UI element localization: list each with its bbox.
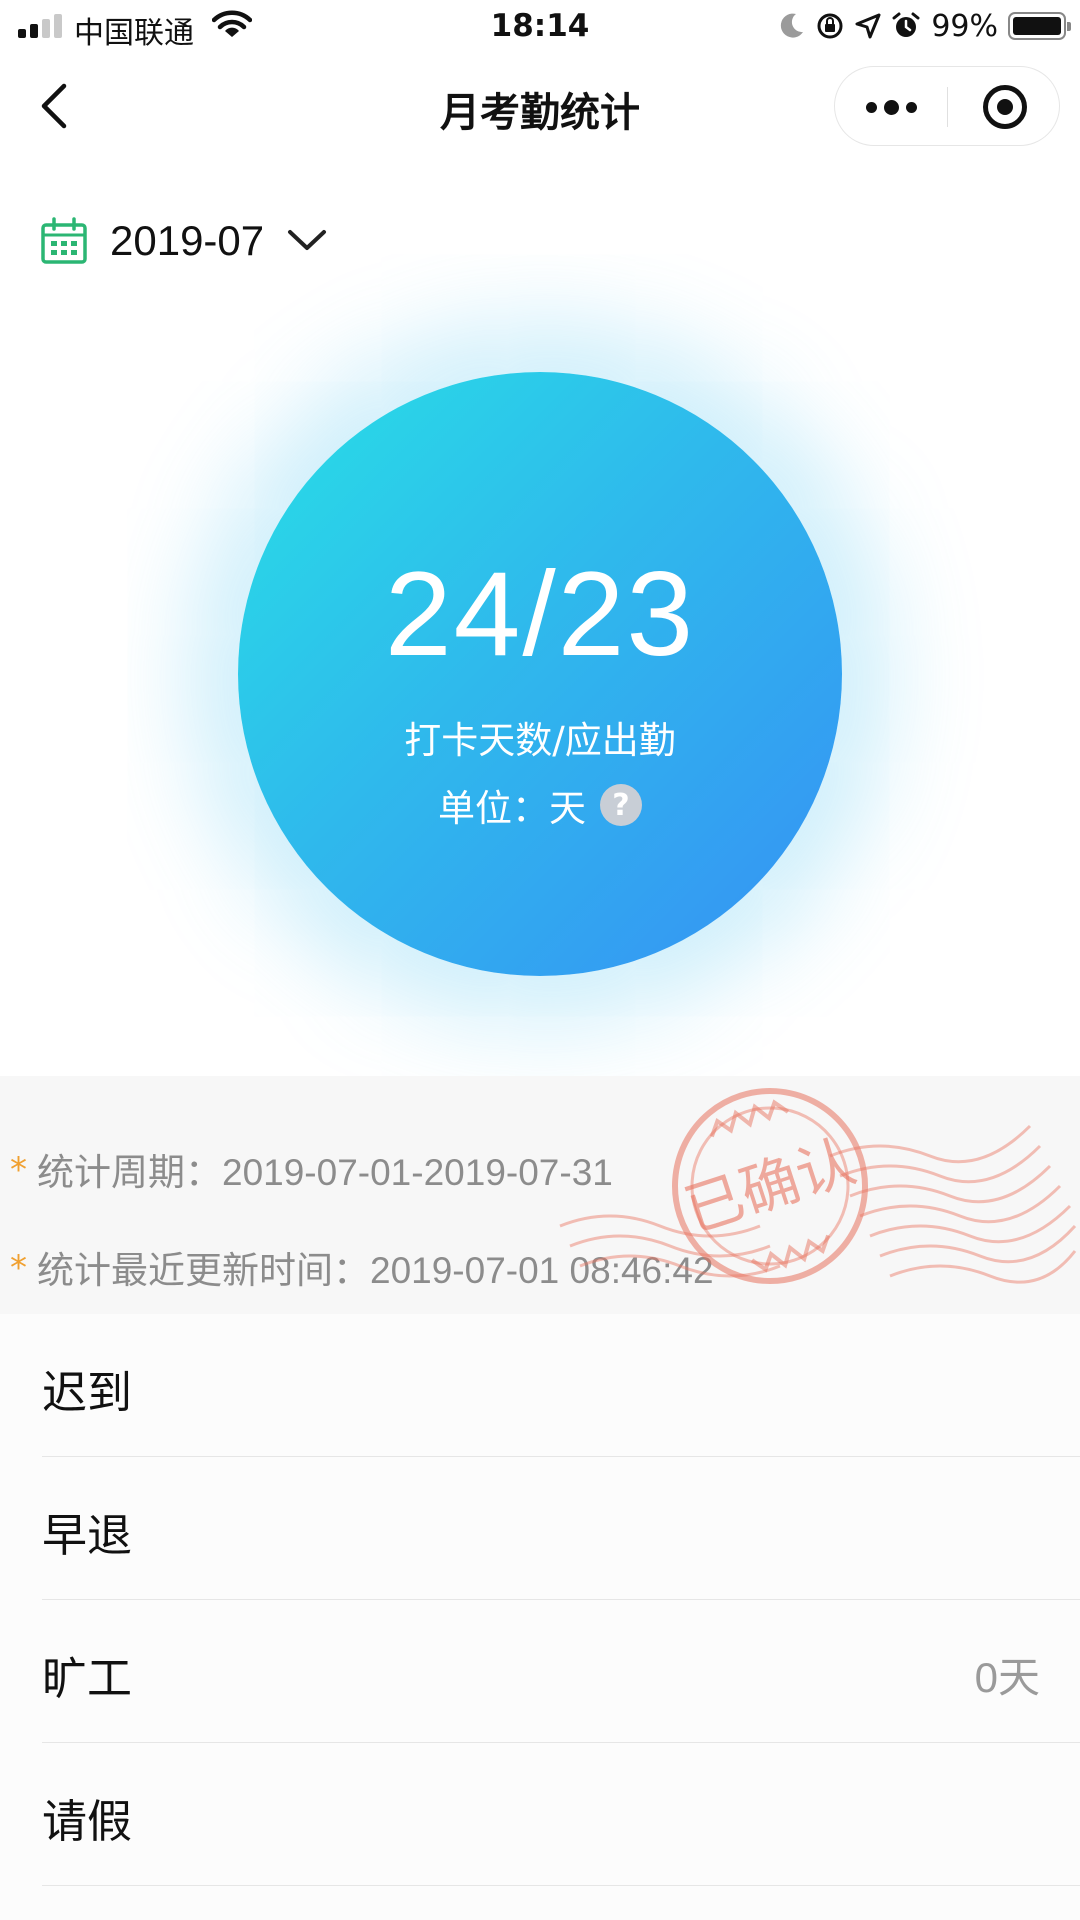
chevron-down-icon [288,230,327,250]
last-updated-label: 统计最近更新时间： [37,1249,370,1292]
list-item-label: 旷工 [42,1652,133,1705]
statistics-period-label: 统计周期： [37,1151,222,1194]
attendance-count: 24/23 [384,547,696,681]
attendance-detail-list: 迟到 早退 旷工 0天 请假 [0,1314,1080,1920]
attendance-count-label: 打卡天数/应出勤 [404,719,676,762]
required-star: * [10,1248,27,1288]
alarm-icon [892,12,920,37]
month-selector[interactable]: 2019-07 [40,208,328,274]
more-dots-icon [865,101,877,113]
moon-icon [781,13,804,38]
list-item-late[interactable]: 迟到 [0,1314,1080,1457]
list-item-early-leave[interactable]: 早退 [0,1457,1080,1600]
month-value: 2019-07 [110,217,265,264]
close-mini-program-button[interactable] [949,67,1061,147]
divider [42,1885,1080,1886]
navigation-bar: 月考勤统计 [0,54,1080,158]
target-close-icon [983,85,1027,129]
statistics-period-row: * 统计周期：2019-07-01-2019-07-31 [10,1142,613,1196]
list-item-leave[interactable]: 请假 [0,1743,1080,1886]
statistics-info-panel: * 统计周期：2019-07-01-2019-07-31 * 统计最近更新时间：20… [0,1076,1080,1314]
attendance-summary-circle: 24/23 打卡天数/应出勤 单位：天 ? [238,372,842,976]
orientation-lock-icon [817,13,843,39]
list-item-label: 请假 [42,1795,133,1848]
status-bar: 中国联通 18:14 99% [0,0,1080,54]
capsule-divider [947,87,948,127]
list-item-absence[interactable]: 旷工 0天 [0,1600,1080,1743]
list-item-value: 0天 [974,1654,1040,1701]
mini-program-capsule [834,66,1060,146]
calendar-icon [41,217,87,264]
battery-icon [1008,12,1071,40]
help-icon[interactable]: ? [600,784,642,826]
battery-percent: 99% [931,8,998,44]
more-button[interactable] [835,67,947,147]
list-item-label: 迟到 [42,1366,133,1419]
location-icon [855,13,881,39]
confirmed-stamp: 已确认 [559,1088,1077,1284]
unit-label: 单位：天 [438,787,586,830]
required-star: * [10,1150,27,1190]
list-item-label: 早退 [42,1509,133,1562]
